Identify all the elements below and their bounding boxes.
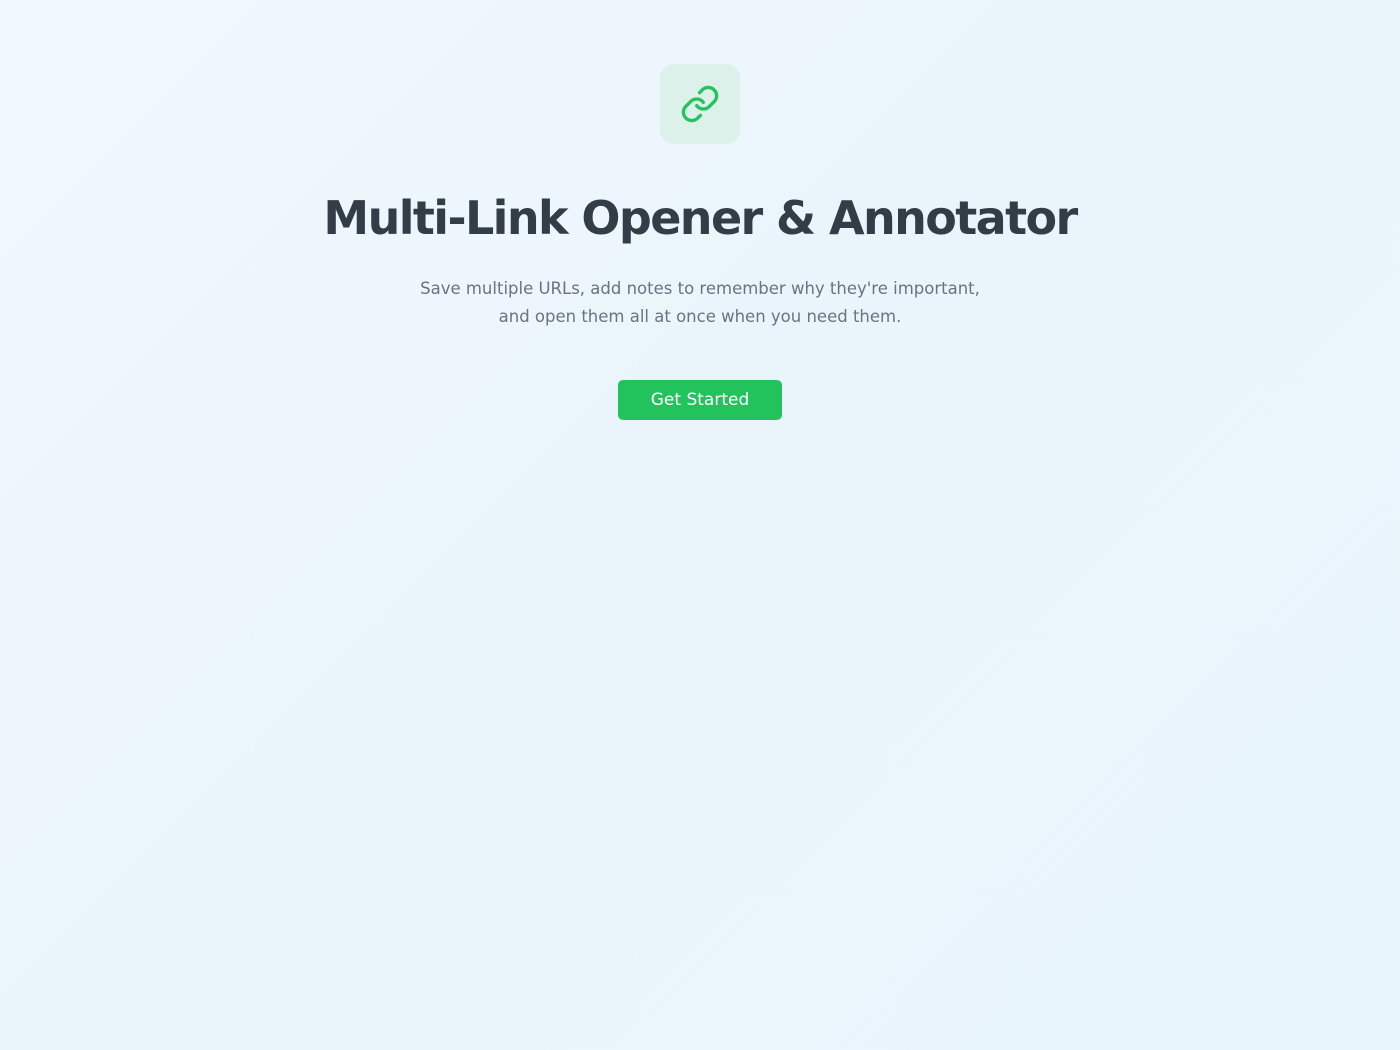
hero-section: Multi-Link Opener & Annotator Save multi… <box>0 0 1400 420</box>
subtitle-line-2: and open them all at once when you need … <box>498 307 902 326</box>
page-subtitle: Save multiple URLs, add notes to remembe… <box>390 275 1010 331</box>
get-started-button[interactable]: Get Started <box>618 380 782 420</box>
page-title: Multi-Link Opener & Annotator <box>323 191 1078 245</box>
logo-tile <box>660 64 740 144</box>
link-icon <box>681 85 719 123</box>
subtitle-line-1: Save multiple URLs, add notes to remembe… <box>420 279 980 298</box>
